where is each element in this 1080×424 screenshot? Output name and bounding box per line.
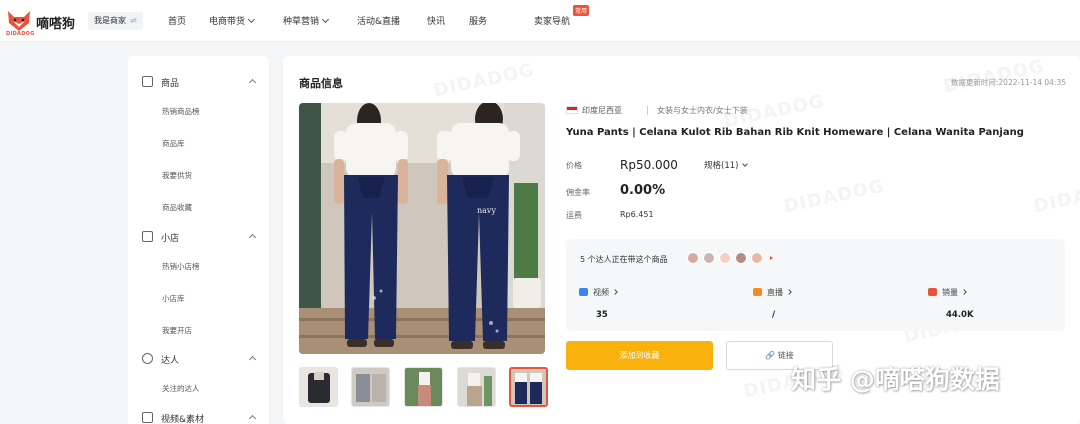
creator-avatar[interactable] (687, 252, 699, 264)
sidebar-item-followed-creators[interactable]: 关注的达人 (162, 383, 200, 394)
creator-avatar[interactable] (719, 252, 731, 264)
spec-dropdown[interactable]: 规格(11) (704, 159, 749, 171)
chevron-down-icon (742, 161, 749, 167)
sidebar-item-favorites[interactable]: 商品收藏 (162, 202, 192, 213)
sidebar-group-products[interactable]: 商品 (128, 73, 269, 91)
person-icon (142, 353, 153, 364)
sidebar-item-supply[interactable]: 我要供货 (162, 170, 192, 181)
stat-live-link[interactable]: 直播 (753, 287, 792, 298)
product-region: 印度尼西亚 (566, 105, 622, 116)
watermark: DIDADOG (782, 176, 887, 218)
sidebar-item-hot-stores[interactable]: 热销小店榜 (162, 261, 200, 272)
switch-icon: ⇌ (130, 16, 137, 25)
stat-videos-value: 35 (596, 310, 608, 320)
creator-avatar[interactable] (751, 252, 763, 264)
update-time: 数据更新时间:2022-11-14 04:35 (950, 78, 1066, 87)
role-switch[interactable]: 我是商家 ⇌ (88, 12, 143, 30)
stat-sales-value: 44.0K (946, 310, 974, 320)
nav-services[interactable]: 服务 (469, 14, 487, 27)
sidebar-group-creators[interactable]: 达人 (128, 350, 269, 368)
commission-label: 佣金率 (566, 188, 590, 197)
nav-marketing[interactable]: 种草营销 (283, 14, 330, 27)
shipping-label: 运费 (566, 211, 582, 220)
watermark: DIDADOG (1032, 176, 1080, 218)
bag-icon (142, 76, 153, 87)
stats-panel: 5 个达人正在带这个商品 视频 35 直播 / 销量 44.0K (566, 239, 1065, 331)
brand-sub: DIDADOG (6, 31, 35, 37)
sidebar-item-hot-products[interactable]: 热销商品榜 (162, 106, 200, 117)
sidebar-group-video[interactable]: 视频&素材 (128, 409, 269, 424)
shipping-value: Rp6.451 (620, 210, 654, 219)
sidebar-item-open-store[interactable]: 我要开店 (162, 325, 192, 336)
product-category[interactable]: 女装与女士内衣/女士下装 (657, 105, 748, 116)
thumbnail[interactable] (457, 367, 496, 407)
creator-avatar[interactable] (735, 252, 747, 264)
thumbnail-selected[interactable] (509, 367, 548, 407)
nav-seller-guide[interactable]: 卖家导航 (534, 14, 570, 27)
creator-avatar[interactable] (703, 252, 715, 264)
sidebar-item-product-library[interactable]: 商品库 (162, 138, 185, 149)
sidebar-item-store-library[interactable]: 小店库 (162, 293, 185, 304)
nav-ecommerce[interactable]: 电商带货 (209, 14, 256, 27)
link-icon: 🔗 (765, 351, 776, 360)
indonesia-flag-icon (566, 106, 578, 114)
video-icon (579, 288, 588, 296)
sidebar-group-store[interactable]: 小店 (128, 228, 269, 246)
creators-text: 5 个达人正在带这个商品 (580, 255, 668, 264)
top-nav: 嘀嗒狗 DIDADOG 我是商家 ⇌ 首页 电商带货 种草营销 活动&直播 快讯 … (0, 0, 1080, 42)
chevron-up-icon (248, 355, 257, 364)
price-value: Rp50.000 (620, 158, 678, 172)
product-title: Yuna Pants | Celana Kulot Rib Bahan Rib … (566, 127, 1024, 138)
add-to-favorites-button[interactable]: 添加到收藏 (566, 341, 713, 370)
sidebar: 商品 热销商品榜 商品库 我要供货 商品收藏 小店 热销小店榜 小店库 我要开店… (128, 56, 269, 424)
thumbnail[interactable] (404, 367, 443, 407)
commission-value: 0.00% (620, 183, 666, 198)
price-label: 价格 (566, 161, 582, 170)
brand-name[interactable]: 嘀嗒狗 (36, 13, 75, 32)
product-main-image[interactable]: navy (299, 103, 545, 354)
stat-sales-link[interactable]: 销量 (928, 287, 967, 298)
live-icon (753, 288, 762, 296)
thumbnail[interactable] (299, 367, 338, 407)
chevron-right-icon (786, 289, 792, 295)
divider (647, 106, 648, 115)
chevron-down-icon (321, 15, 330, 24)
role-switch-label: 我是商家 (94, 16, 126, 25)
new-badge: 常用 (573, 5, 590, 16)
chevron-up-icon (248, 233, 257, 242)
chevron-down-icon (247, 15, 256, 24)
image-caption: navy (477, 206, 496, 215)
nav-events-live[interactable]: 活动&直播 (357, 14, 400, 27)
chevron-up-icon (248, 414, 257, 423)
chevron-right-icon (612, 289, 618, 295)
stat-live-value: / (772, 310, 776, 320)
watermark: DIDADOG (432, 60, 537, 102)
nav-news[interactable]: 快讯 (427, 14, 445, 27)
fox-logo-icon[interactable] (6, 8, 32, 32)
video-icon (142, 412, 153, 423)
store-icon (142, 231, 153, 242)
caret-right-icon[interactable] (770, 256, 773, 260)
section-title: 商品信息 (299, 77, 343, 90)
nav-home[interactable]: 首页 (168, 14, 186, 27)
fire-icon (928, 288, 937, 296)
thumbnail[interactable] (351, 367, 390, 407)
source-credit: 知乎 @嘀嗒狗数据 (791, 365, 1000, 394)
chevron-right-icon (961, 289, 967, 295)
chevron-up-icon (248, 78, 257, 87)
stat-videos-link[interactable]: 视频 (579, 287, 618, 298)
